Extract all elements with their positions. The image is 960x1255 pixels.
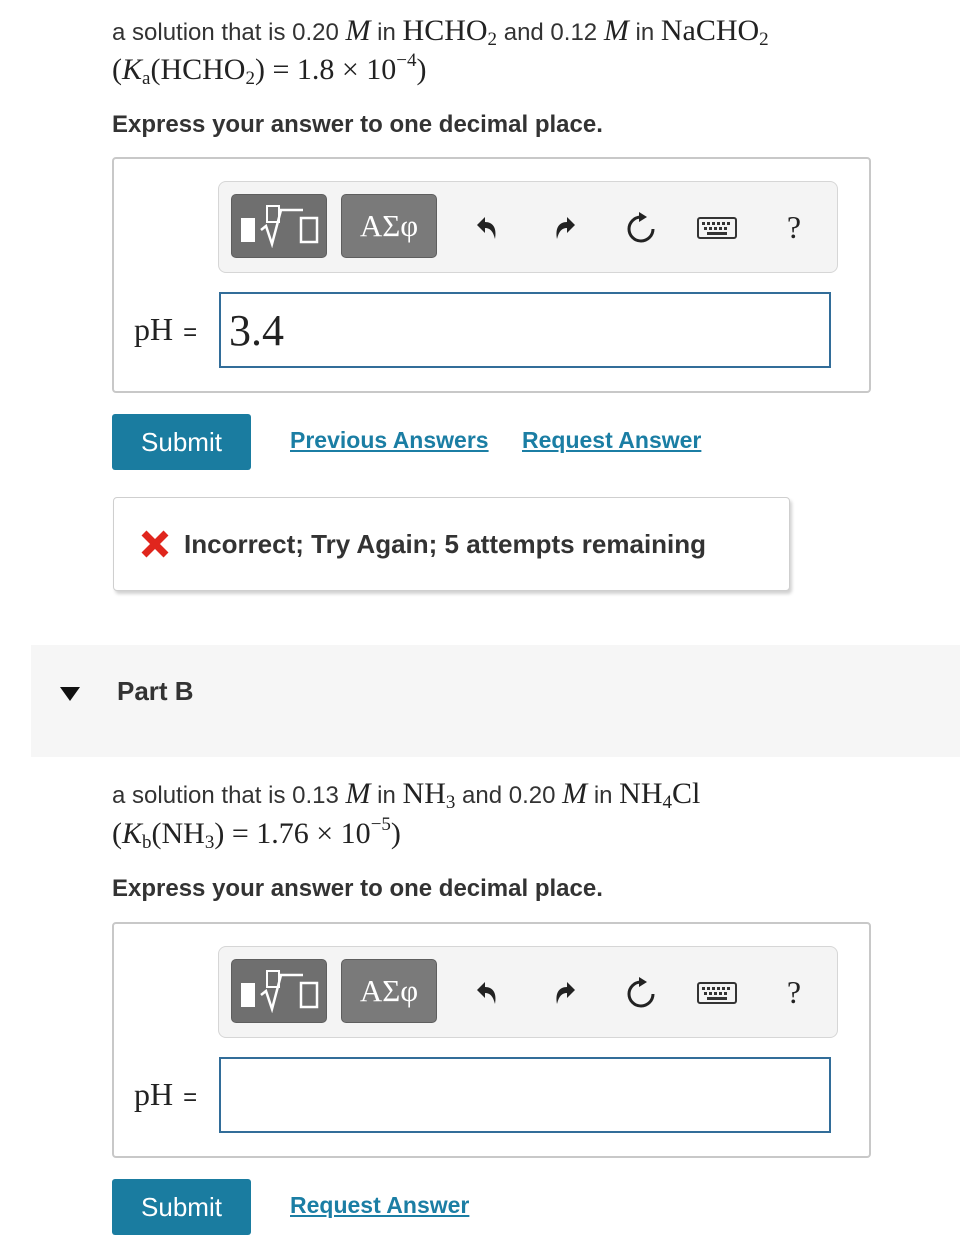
part-b-ph-label: pH = <box>134 1076 198 1112</box>
reset-button[interactable] <box>621 971 661 1015</box>
part-a-problem-line-1: a solution that is 0.20 M in HCHO2 and 0… <box>112 14 769 51</box>
part-b-instruction: Express your answer to one decimal place… <box>112 875 603 902</box>
undo-button[interactable] <box>469 971 503 1015</box>
part-b-problem-line-2: (Kb(NH3) = 1.76 × 10−5) <box>112 814 401 854</box>
part-b-header[interactable]: Part B <box>31 645 960 757</box>
salt-formula: NaCHO2 <box>660 14 769 50</box>
part-a-answer-input[interactable]: 3.4 <box>219 292 831 368</box>
undo-icon <box>477 217 496 239</box>
square-root-template-icon <box>241 970 319 1013</box>
keyboard-button[interactable] <box>695 975 739 1011</box>
part-b-problem-line-1: a solution that is 0.13 M in NH3 and 0.2… <box>112 777 700 814</box>
redo-icon <box>556 217 575 239</box>
problem-text: in <box>377 19 396 46</box>
feedback-text: Incorrect; Try Again; 5 attempts remaini… <box>184 528 707 559</box>
redo-button[interactable] <box>549 206 583 250</box>
undo-button[interactable] <box>469 206 503 250</box>
molarity-symbol: M <box>345 777 371 810</box>
part-a-problem-line-2: (Ka(HCHO2) = 1.8 × 10−4) <box>112 50 427 90</box>
salt-formula: NH4Cl <box>619 777 701 813</box>
base-formula: NH3 <box>402 777 456 813</box>
help-button[interactable]: ? <box>779 969 809 1015</box>
problem-text: and 0.20 <box>462 782 556 809</box>
part-b-submit-button[interactable]: Submit <box>112 1179 251 1235</box>
template-button[interactable] <box>231 194 327 258</box>
part-b-math-toolbar: ΑΣφ ? <box>218 946 838 1038</box>
x-icon <box>141 530 169 558</box>
part-b-answer-input[interactable] <box>219 1057 831 1133</box>
part-a-submit-button[interactable]: Submit <box>112 414 251 470</box>
part-a-answer-box: ΑΣφ ? pH = 3.4 <box>112 157 871 393</box>
feedback-message: Incorrect; Try Again; 5 attempts remaini… <box>113 497 790 591</box>
molarity-symbol: M <box>562 777 588 810</box>
reset-button[interactable] <box>621 206 661 250</box>
greek-symbols-button[interactable]: ΑΣφ <box>341 959 437 1023</box>
collapse-triangle-icon[interactable] <box>58 685 82 703</box>
greek-symbols-button[interactable]: ΑΣφ <box>341 194 437 258</box>
problem-text: and 0.12 <box>503 19 598 46</box>
ka-expression: (Ka(HCHO2) = 1.8 × 10−4) <box>112 50 427 89</box>
kb-expression: (Kb(NH3) = 1.76 × 10−5) <box>112 814 401 853</box>
reset-icon <box>627 977 655 1008</box>
keyboard-button[interactable] <box>695 210 739 246</box>
molarity-symbol: M <box>603 14 629 47</box>
part-a-request-answer-link[interactable]: Request Answer <box>522 427 701 454</box>
problem-text: in <box>635 19 655 46</box>
part-a-instruction: Express your answer to one decimal place… <box>112 111 603 138</box>
problem-text: in <box>377 782 396 809</box>
undo-icon <box>477 982 496 1004</box>
part-a-math-toolbar: ΑΣφ ? <box>218 181 838 273</box>
problem-text: a solution that is 0.20 <box>112 19 339 46</box>
keyboard-icon <box>697 217 737 239</box>
acid-formula: HCHO2 <box>402 14 498 50</box>
previous-answers-link[interactable]: Previous Answers <box>290 427 489 454</box>
redo-button[interactable] <box>549 971 583 1015</box>
problem-text: a solution that is 0.13 <box>112 782 339 809</box>
molarity-symbol: M <box>345 14 371 47</box>
reset-icon <box>627 212 655 243</box>
template-button[interactable] <box>231 959 327 1023</box>
part-b-title: Part B <box>117 676 194 706</box>
part-b-answer-box: ΑΣφ ? pH = <box>112 922 871 1158</box>
help-button[interactable]: ? <box>779 204 809 250</box>
redo-icon <box>556 982 575 1004</box>
part-b-request-answer-link[interactable]: Request Answer <box>290 1192 469 1219</box>
problem-text: in <box>593 782 613 809</box>
part-a-ph-label: pH = <box>134 311 198 347</box>
square-root-template-icon <box>241 205 319 248</box>
keyboard-icon <box>697 982 737 1004</box>
